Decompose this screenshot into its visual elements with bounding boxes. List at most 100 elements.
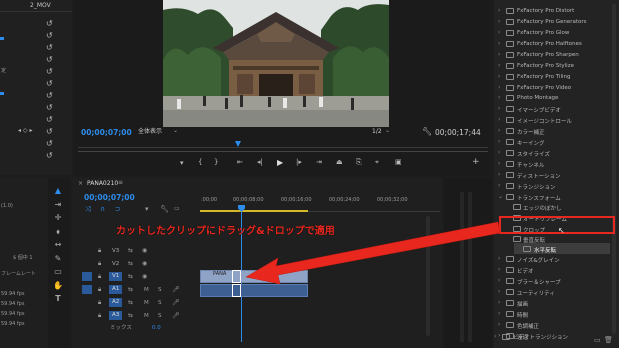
timeline-vscroll[interactable] — [426, 216, 430, 336]
v1-lock-icon[interactable]: 🔒︎ — [98, 274, 101, 280]
v1-sync-icon[interactable]: ⇆ — [128, 274, 133, 280]
chevron-right-icon[interactable]: › — [498, 277, 500, 284]
fit-dropdown[interactable]: 全体表示 — [138, 129, 162, 135]
button-editor-plus-icon[interactable]: + — [472, 158, 480, 167]
sequence-close-icon[interactable]: × — [78, 181, 83, 187]
linked-selection-icon[interactable]: ⊃ — [115, 206, 121, 213]
ripple-edit-icon[interactable]: ✛ — [52, 213, 64, 223]
effect-item[interactable]: › FxFactory Pro Halftones — [494, 38, 608, 49]
chevron-right-icon[interactable]: › — [498, 321, 500, 328]
sequence-tab[interactable]: PANA0210 — [87, 181, 118, 187]
chevron-right-icon[interactable]: › — [498, 182, 500, 189]
new-bin-icon[interactable]: ▭ — [594, 337, 601, 344]
chevron-right-icon[interactable]: › — [498, 160, 500, 167]
chevron-right-icon[interactable]: › — [498, 29, 500, 36]
effect-item[interactable]: › ユーティリティ — [494, 286, 608, 297]
v3-sync-icon[interactable]: ⇆ — [128, 248, 133, 254]
effect-item[interactable]: › トランジション — [494, 180, 608, 191]
v1-eye-icon[interactable]: ◉ — [142, 274, 147, 280]
effect-item[interactable]: › FxFactory Pro Sharpen — [494, 49, 608, 60]
chevron-right-icon[interactable]: › — [498, 266, 500, 273]
nest-icon[interactable]: ⤨ — [85, 206, 91, 213]
a1-solo-button[interactable]: S — [158, 287, 162, 294]
play-icon[interactable]: ▶ — [277, 159, 283, 167]
sequence-menu-icon[interactable]: ≡ — [118, 180, 123, 186]
add-marker-icon[interactable]: ▾ — [180, 160, 184, 167]
effect-item[interactable]: › FxFactory Pro Distort — [494, 5, 608, 16]
chevron-right-icon[interactable]: › — [498, 116, 500, 123]
chevron-right-icon[interactable]: › — [498, 62, 500, 69]
razor-icon[interactable]: ⬧ — [52, 227, 64, 237]
v1-clip-edit-point[interactable] — [232, 270, 241, 283]
timeline-timecode[interactable]: 00;00;07;00 — [84, 194, 135, 202]
chevron-right-icon[interactable]: › — [498, 18, 500, 25]
a3-lock-icon[interactable]: 🔒︎ — [98, 313, 101, 319]
a1-lock-icon[interactable]: 🔒︎ — [98, 287, 101, 293]
effect-item[interactable]: › ディストーション — [494, 169, 608, 180]
hand-icon[interactable]: ✋ — [52, 281, 64, 291]
lift-icon[interactable]: ⏏ — [336, 159, 343, 166]
track-select-icon[interactable]: ⇥ — [52, 200, 64, 210]
mark-out-icon[interactable]: } — [214, 159, 218, 166]
effect-item[interactable]: › 時間 — [494, 308, 608, 319]
effects-scrollbar[interactable] — [612, 4, 616, 334]
v2-lock-icon[interactable]: 🔒︎ — [98, 261, 101, 267]
pen-icon[interactable]: ✎ — [52, 254, 64, 264]
chevron-right-icon[interactable]: › — [498, 94, 500, 101]
export-frame-icon[interactable]: ⌖ — [375, 159, 379, 166]
chevron-right-icon[interactable]: › — [498, 288, 500, 295]
chevron-right-icon[interactable]: › — [498, 7, 500, 14]
effect-item[interactable]: › ビデオトランジション — [494, 331, 608, 342]
chevron-right-icon[interactable]: › — [498, 73, 500, 80]
v2-eye-icon[interactable]: ◉ — [142, 261, 147, 267]
a3-solo-button[interactable]: S — [158, 313, 162, 320]
snap-icon[interactable]: ∩ — [100, 206, 105, 213]
v1-target-box[interactable] — [82, 272, 92, 281]
effect-item[interactable]: › FxFactory Pro Tiling — [494, 71, 608, 82]
chevron-right-icon[interactable]: › — [498, 138, 500, 145]
effect-item[interactable]: › チャンネル — [494, 158, 608, 169]
keyframe-nav[interactable]: ◂ ◇ ▸ — [18, 128, 32, 134]
work-area-bar[interactable] — [200, 210, 308, 212]
go-to-out-icon[interactable]: ⇥ — [316, 159, 322, 166]
wrench-icon[interactable]: 🔧︎ — [422, 128, 432, 136]
chevron-right-icon[interactable]: › — [498, 105, 500, 112]
comparison-view-icon[interactable]: ▣ — [395, 159, 402, 166]
program-timecode-current[interactable]: 00;00;07;00 — [81, 129, 132, 137]
a3-mute-button[interactable]: M — [144, 313, 149, 320]
chevron-right-icon[interactable]: › — [498, 299, 500, 306]
step-forward-icon[interactable]: |▸ — [296, 159, 302, 166]
a1-mic-icon[interactable]: 🎤︎ — [172, 287, 180, 293]
effect-item[interactable]: › ブラー＆シャープ — [494, 275, 608, 286]
selection-tool-icon[interactable]: ▲ — [52, 186, 64, 196]
chevron-right-icon[interactable]: › — [498, 84, 500, 91]
effect-item[interactable]: › 色調補正 — [494, 319, 608, 330]
go-to-in-icon[interactable]: ⇤ — [237, 159, 243, 166]
rectangle-icon[interactable]: ▭ — [52, 267, 64, 277]
mix-value[interactable]: 0.0 — [152, 325, 161, 332]
a2-solo-button[interactable]: S — [158, 300, 162, 307]
effect-item[interactable]: › FxFactory Pro Glow — [494, 27, 608, 38]
chevron-right-icon[interactable]: › — [498, 255, 500, 262]
chevron-right-icon[interactable]: › — [498, 40, 500, 47]
effect-item[interactable]: › ノイズ&グレイン — [494, 253, 608, 264]
chevron-right-icon[interactable]: › — [494, 333, 496, 340]
a3-sync-icon[interactable]: ⇆ — [128, 313, 133, 319]
delete-icon[interactable]: 🗑︎ — [604, 337, 613, 344]
chevron-right-icon[interactable]: › — [498, 310, 500, 317]
effect-item[interactable]: › FxFactory Pro Stylize — [494, 60, 608, 71]
resolution-chevron-icon[interactable]: ⌄ — [385, 128, 390, 134]
effect-item[interactable]: › カラー補正 — [494, 125, 608, 136]
effect-item[interactable]: › 描画 — [494, 297, 608, 308]
effect-item[interactable]: › スタイライズ — [494, 147, 608, 158]
a2-mic-icon[interactable]: 🎤︎ — [172, 300, 180, 306]
chevron-right-icon[interactable]: › — [498, 127, 500, 134]
slip-icon[interactable]: ↔ — [52, 240, 64, 250]
resolution-dropdown[interactable]: 1/2 — [372, 129, 382, 135]
fit-dropdown-chevron-icon[interactable]: ⌄ — [173, 128, 178, 134]
a2-sync-icon[interactable]: ⇆ — [128, 300, 133, 306]
effect-item[interactable]: › キーイング — [494, 136, 608, 147]
effect-item[interactable]: › イメージコントロール — [494, 114, 608, 125]
step-back-icon[interactable]: ◂| — [257, 159, 263, 166]
chevron-right-icon[interactable]: › — [498, 51, 500, 58]
